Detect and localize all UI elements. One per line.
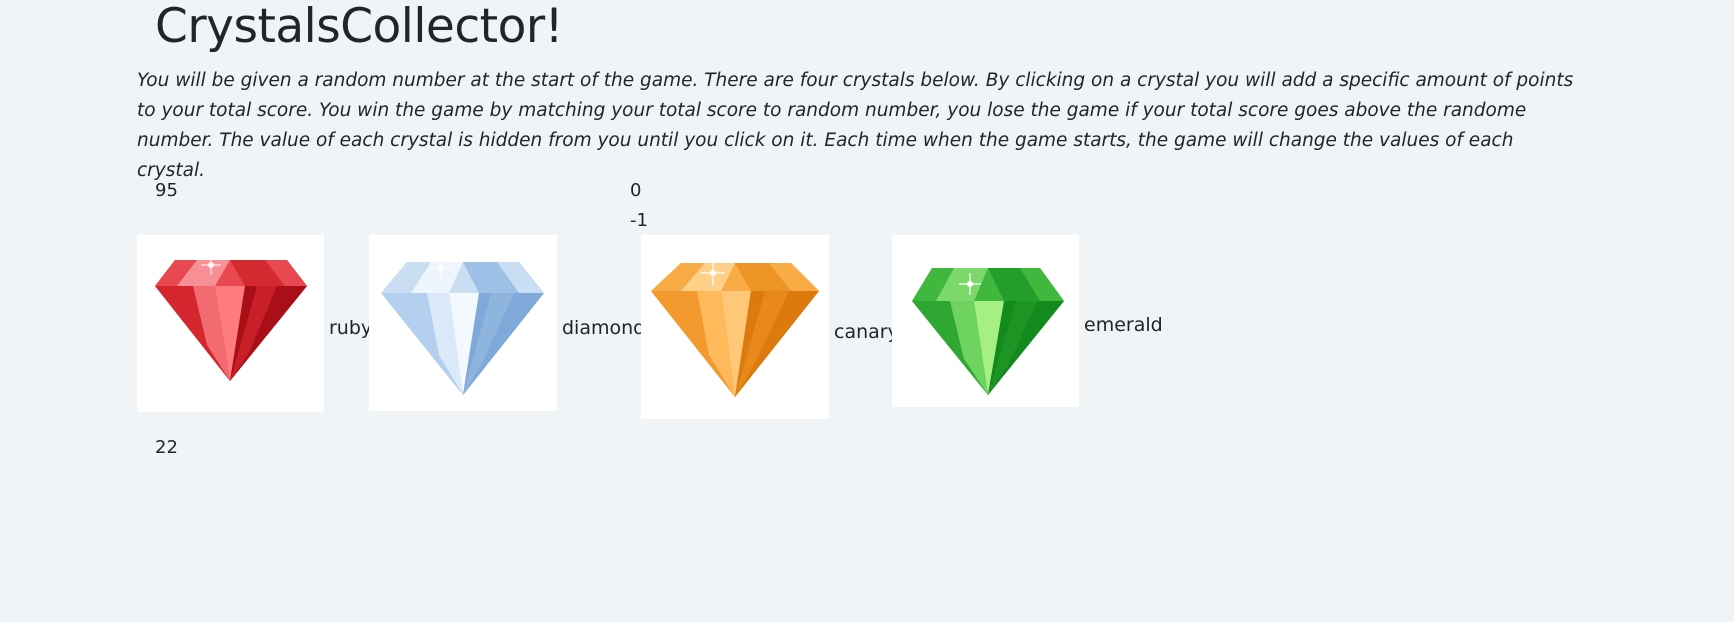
- page-title: CrystalsCollector!: [155, 0, 564, 54]
- ruby-crystal-button[interactable]: [137, 235, 324, 412]
- diamond-crystal-button[interactable]: [369, 235, 557, 411]
- diamond-crystal-icon: [381, 257, 544, 395]
- emerald-crystal-button[interactable]: [892, 235, 1079, 407]
- total-score: 0: [630, 180, 642, 201]
- bottom-counter: 22: [155, 437, 178, 458]
- last-crystal-value: -1: [630, 210, 648, 231]
- canary-crystal-button[interactable]: [641, 235, 829, 419]
- crystal-label-diamond: diamond: [562, 317, 646, 339]
- game-page: CrystalsCollector! You will be given a r…: [0, 0, 1734, 622]
- game-instructions: You will be given a random number at the…: [137, 70, 1574, 181]
- target-number: 95: [155, 180, 178, 201]
- crystal-label-canary: canary: [834, 321, 899, 343]
- crystal-label-emerald: emerald: [1084, 314, 1163, 336]
- crystal-label-ruby: ruby: [329, 317, 373, 339]
- ruby-crystal-icon: [155, 255, 307, 381]
- canary-crystal-icon: [651, 261, 819, 397]
- emerald-crystal-icon: [912, 268, 1064, 395]
